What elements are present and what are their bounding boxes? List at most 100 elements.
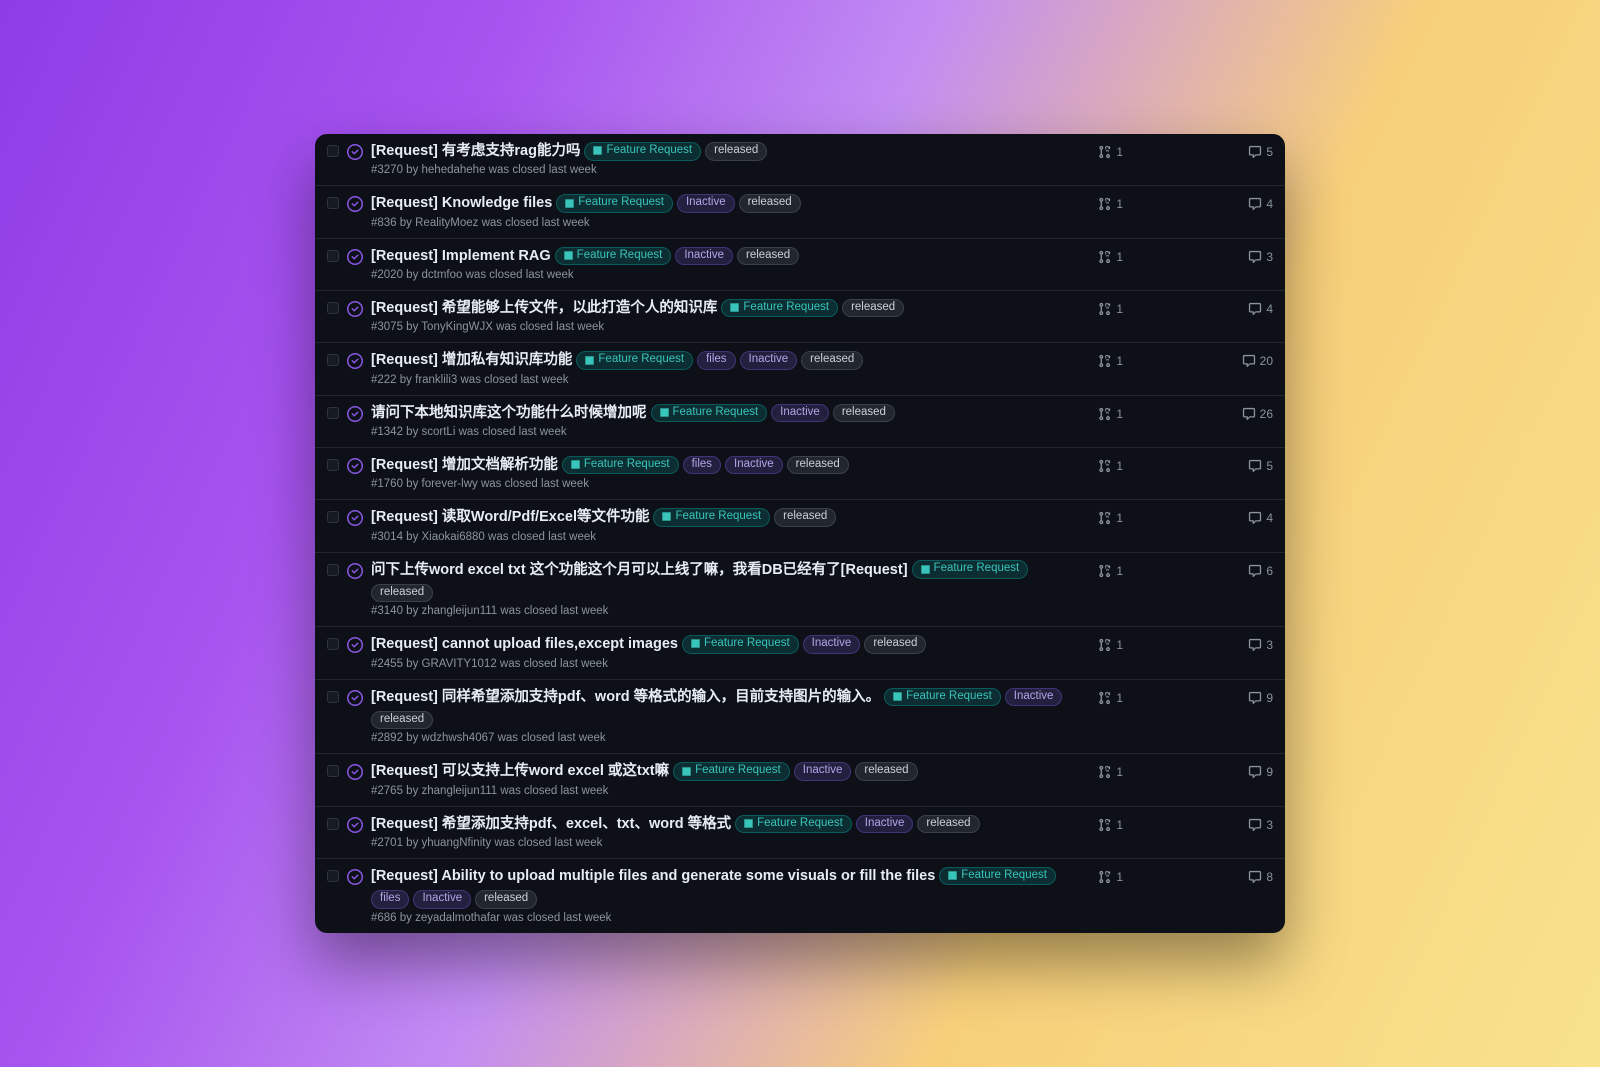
select-checkbox[interactable] [327, 870, 339, 882]
label-released[interactable]: released [774, 508, 836, 527]
label-feature-request[interactable]: Feature Request [653, 508, 770, 527]
linked-pull-requests[interactable]: 1 [1087, 403, 1123, 421]
issue-title-link[interactable]: 问下上传word excel txt 这个功能这个月可以上线了嘛，我看DB已经有… [371, 560, 908, 580]
select-checkbox[interactable] [327, 197, 339, 209]
linked-pull-requests[interactable]: 1 [1087, 761, 1123, 779]
linked-pull-requests[interactable]: 1 [1087, 866, 1123, 884]
label-inactive[interactable]: Inactive [803, 635, 861, 654]
label-inactive[interactable]: Inactive [794, 762, 852, 781]
label-feature-request[interactable]: Feature Request [651, 404, 768, 423]
select-checkbox[interactable] [327, 407, 339, 419]
comments-link[interactable]: 9 [1231, 761, 1273, 779]
label-feature-request[interactable]: Feature Request [576, 351, 693, 370]
label-released[interactable]: released [371, 584, 433, 603]
comments-link[interactable]: 20 [1231, 350, 1273, 368]
linked-pull-requests[interactable]: 1 [1087, 687, 1123, 705]
issue-title-link[interactable]: 请问下本地知识库这个功能什么时候增加呢 [371, 403, 647, 423]
label-inactive[interactable]: Inactive [413, 890, 471, 909]
comments-link[interactable]: 8 [1231, 866, 1273, 884]
linked-pull-requests[interactable]: 1 [1087, 455, 1123, 473]
issue-title-link[interactable]: [Request] 读取Word/Pdf/Excel等文件功能 [371, 507, 649, 527]
label-released[interactable]: released [371, 711, 433, 730]
select-checkbox[interactable] [327, 354, 339, 366]
comments-link[interactable]: 5 [1231, 141, 1273, 159]
linked-pull-requests[interactable]: 1 [1087, 141, 1123, 159]
label-inactive[interactable]: Inactive [677, 194, 735, 213]
issue-main: [Request] 有考虑支持rag能力吗Feature Requestrele… [371, 141, 1079, 176]
linked-pull-requests[interactable]: 1 [1087, 193, 1123, 211]
label-files[interactable]: files [697, 351, 735, 370]
select-checkbox[interactable] [327, 765, 339, 777]
issue-title-link[interactable]: [Request] 增加私有知识库功能 [371, 350, 572, 370]
issue-title-link[interactable]: [Request] Knowledge files [371, 193, 552, 213]
comments-link[interactable]: 4 [1231, 298, 1273, 316]
issue-title-link[interactable]: [Request] 希望能够上传文件，以此打造个人的知识库 [371, 298, 717, 318]
issue-title-link[interactable]: [Request] 同样希望添加支持pdf、word 等格式的输入，目前支持图片… [371, 687, 880, 707]
comments-link[interactable]: 26 [1231, 403, 1273, 421]
linked-pull-requests[interactable]: 1 [1087, 560, 1123, 578]
label-feature-request[interactable]: Feature Request [562, 456, 679, 475]
label-feature-request[interactable]: Feature Request [584, 142, 701, 161]
label-inactive[interactable]: Inactive [725, 456, 783, 475]
select-checkbox[interactable] [327, 250, 339, 262]
issue-title-link[interactable]: [Request] 希望添加支持pdf、excel、txt、word 等格式 [371, 814, 731, 834]
comments-link[interactable]: 6 [1231, 560, 1273, 578]
label-feature-request[interactable]: Feature Request [912, 560, 1029, 579]
label-released[interactable]: released [705, 142, 767, 161]
comments-link[interactable]: 4 [1231, 507, 1273, 525]
label-released[interactable]: released [833, 404, 895, 423]
label-released[interactable]: released [855, 762, 917, 781]
issue-title-link[interactable]: [Request] Implement RAG [371, 246, 551, 266]
label-feature-request[interactable]: Feature Request [555, 247, 672, 266]
linked-pull-requests[interactable]: 1 [1087, 507, 1123, 525]
label-inactive[interactable]: Inactive [771, 404, 829, 423]
label-inactive[interactable]: Inactive [856, 815, 914, 834]
label-inactive[interactable]: Inactive [675, 247, 733, 266]
linked-pull-requests[interactable]: 1 [1087, 246, 1123, 264]
select-checkbox[interactable] [327, 818, 339, 830]
select-checkbox[interactable] [327, 145, 339, 157]
label-released[interactable]: released [787, 456, 849, 475]
label-feature-request[interactable]: Feature Request [556, 194, 673, 213]
label-feature-request[interactable]: Feature Request [682, 635, 799, 654]
linked-pull-requests[interactable]: 1 [1087, 298, 1123, 316]
label-files[interactable]: files [683, 456, 721, 475]
comments-link[interactable]: 3 [1231, 634, 1273, 652]
linked-pull-requests[interactable]: 1 [1087, 634, 1123, 652]
label-feature-request[interactable]: Feature Request [884, 688, 1001, 707]
issue-title-link[interactable]: [Request] 增加文档解析功能 [371, 455, 558, 475]
linked-pull-requests[interactable]: 1 [1087, 814, 1123, 832]
label-inactive[interactable]: Inactive [740, 351, 798, 370]
label-released[interactable]: released [801, 351, 863, 370]
select-checkbox[interactable] [327, 638, 339, 650]
label-feature-request[interactable]: Feature Request [721, 299, 838, 318]
label-feature-request[interactable]: Feature Request [939, 867, 1056, 886]
label-released[interactable]: released [917, 815, 979, 834]
comment-count: 20 [1260, 354, 1273, 368]
issue-title-link[interactable]: [Request] cannot upload files,except ima… [371, 634, 678, 654]
comments-link[interactable]: 3 [1231, 246, 1273, 264]
label-released[interactable]: released [737, 247, 799, 266]
comments-link[interactable]: 3 [1231, 814, 1273, 832]
issue-title-link[interactable]: [Request] 有考虑支持rag能力吗 [371, 141, 580, 161]
issue-title-link[interactable]: [Request] Ability to upload multiple fil… [371, 866, 935, 886]
issue-main: [Request] 增加私有知识库功能Feature Requestfiles I… [371, 350, 1079, 385]
select-checkbox[interactable] [327, 459, 339, 471]
label-released[interactable]: released [842, 299, 904, 318]
label-inactive[interactable]: Inactive [1005, 688, 1063, 707]
linked-pull-requests[interactable]: 1 [1087, 350, 1123, 368]
label-files[interactable]: files [371, 890, 409, 909]
select-checkbox[interactable] [327, 302, 339, 314]
label-released[interactable]: released [864, 635, 926, 654]
label-feature-request[interactable]: Feature Request [673, 762, 790, 781]
select-checkbox[interactable] [327, 691, 339, 703]
label-released[interactable]: released [739, 194, 801, 213]
comments-link[interactable]: 5 [1231, 455, 1273, 473]
label-feature-request[interactable]: Feature Request [735, 815, 852, 834]
issue-title-link[interactable]: [Request] 可以支持上传word excel 或这txt嘛 [371, 761, 669, 781]
comments-link[interactable]: 9 [1231, 687, 1273, 705]
comments-link[interactable]: 4 [1231, 193, 1273, 211]
label-released[interactable]: released [475, 890, 537, 909]
select-checkbox[interactable] [327, 511, 339, 523]
select-checkbox[interactable] [327, 564, 339, 576]
